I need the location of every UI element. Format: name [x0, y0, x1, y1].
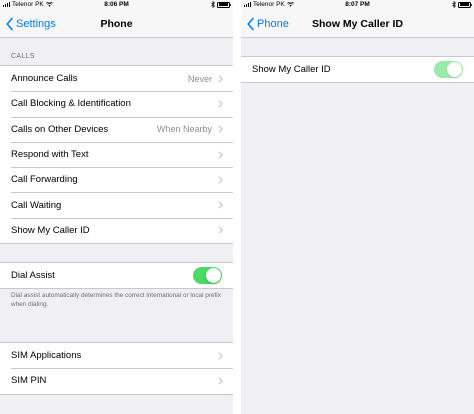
cell-label: Call Waiting	[11, 199, 62, 211]
chevron-right-icon	[218, 352, 223, 360]
chevron-right-icon	[218, 150, 223, 159]
cell-announce-calls[interactable]: Announce Calls Never	[0, 66, 233, 91]
show-caller-id-toggle[interactable]	[434, 61, 463, 79]
status-right	[211, 1, 232, 8]
cell-call-forwarding[interactable]: Call Forwarding	[0, 167, 233, 192]
status-time: 8:06 PM	[104, 1, 129, 8]
status-bar: Telenor PK 8:06 PM	[0, 0, 233, 10]
cell-label: SIM Applications	[11, 350, 82, 362]
cell-label: Show My Caller ID	[11, 224, 90, 236]
caller-id-screen: Telenor PK 8:07 PM Phone Show My Caller …	[241, 0, 474, 414]
battery-icon	[217, 1, 232, 8]
calls-section-header: CALLS	[11, 53, 35, 60]
toggle-knob	[447, 62, 462, 78]
cell-label: Call Forwarding	[11, 174, 78, 186]
cell-call-waiting[interactable]: Call Waiting	[0, 192, 233, 217]
toggle-knob	[206, 268, 221, 284]
cell-value: When Nearby	[156, 124, 212, 135]
dial-assist-footer: Dial assist automatically determines the…	[11, 292, 221, 308]
cell-label: Call Blocking & Identification	[11, 98, 131, 110]
cell-value: Never	[187, 73, 212, 84]
sim-group: SIM Applications SIM PIN	[0, 342, 233, 395]
chevron-right-icon	[218, 125, 223, 133]
cell-label: Dial Assist	[11, 270, 55, 282]
chevron-right-icon	[218, 100, 223, 108]
bluetooth-icon	[211, 1, 215, 8]
cell-sim-applications[interactable]: SIM Applications	[0, 343, 233, 368]
chevron-right-icon	[218, 377, 223, 385]
cell-respond-with-text[interactable]: Respond with Text	[0, 141, 233, 167]
dial-assist-group: Dial Assist	[0, 262, 233, 290]
caller-id-group: Show My Caller ID	[241, 56, 474, 84]
page-title: Phone	[100, 18, 133, 30]
page-title: Show My Caller ID	[311, 18, 404, 30]
navigation-bar: Settings Phone	[0, 10, 233, 38]
navigation-bar: Phone Show My Caller ID	[241, 10, 474, 38]
cell-show-caller-id: Show My Caller ID	[241, 57, 474, 82]
calls-settings-group: Announce Calls Never Call Blocking & Ide…	[0, 65, 233, 245]
chevron-right-icon	[218, 201, 223, 209]
status-bar: Telenor PK 8:07 PM	[241, 0, 474, 10]
status-time: 8:07 PM	[345, 1, 370, 8]
cell-dial-assist: Dial Assist	[0, 263, 233, 288]
cell-calls-other-devices[interactable]: Calls on Other Devices When Nearby	[0, 116, 233, 142]
cell-label: SIM PIN	[11, 375, 47, 387]
phone-settings-screen: Telenor PK 8:06 PM Settings Phone CALLS …	[0, 0, 233, 414]
battery-icon	[458, 1, 473, 8]
cell-label: Respond with Text	[11, 149, 89, 161]
chevron-right-icon	[218, 176, 223, 184]
status-right	[452, 1, 473, 8]
cell-label: Show My Caller ID	[252, 64, 331, 76]
cell-label: Announce Calls	[11, 73, 78, 85]
cell-label: Calls on Other Devices	[11, 123, 109, 135]
cell-sim-pin[interactable]: SIM PIN	[0, 368, 233, 393]
chevron-right-icon	[218, 226, 223, 235]
dial-assist-toggle[interactable]	[193, 267, 222, 285]
cell-call-blocking[interactable]: Call Blocking & Identification	[0, 91, 233, 116]
bluetooth-icon	[452, 1, 456, 8]
chevron-right-icon	[218, 75, 223, 83]
cell-show-caller-id[interactable]: Show My Caller ID	[0, 217, 233, 243]
